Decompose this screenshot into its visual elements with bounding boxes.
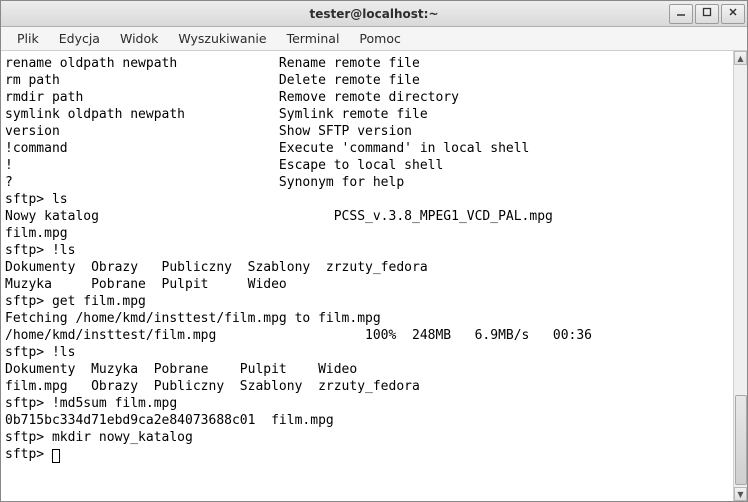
chevron-up-icon: ▲: [737, 54, 743, 63]
window-controls: [667, 4, 747, 24]
close-button[interactable]: [721, 4, 745, 24]
menu-edycja[interactable]: Edycja: [49, 28, 110, 49]
maximize-icon: [702, 7, 712, 20]
minimize-button[interactable]: [669, 4, 693, 24]
menu-pomoc[interactable]: Pomoc: [349, 28, 410, 49]
minimize-icon: [676, 7, 686, 20]
terminal-area: rename oldpath newpath Rename remote fil…: [1, 51, 747, 501]
menu-terminal[interactable]: Terminal: [277, 28, 350, 49]
menubar: Plik Edycja Widok Wyszukiwanie Terminal …: [1, 27, 747, 51]
vertical-scrollbar[interactable]: ▲ ▼: [733, 51, 747, 501]
scroll-up-button[interactable]: ▲: [734, 51, 747, 65]
scroll-down-button[interactable]: ▼: [734, 487, 747, 501]
menu-wyszukiwanie[interactable]: Wyszukiwanie: [168, 28, 276, 49]
menu-widok[interactable]: Widok: [110, 28, 168, 49]
menu-plik[interactable]: Plik: [7, 28, 49, 49]
terminal-output[interactable]: rename oldpath newpath Rename remote fil…: [1, 51, 733, 501]
text-cursor: [52, 449, 60, 463]
terminal-window: tester@localhost:~ Plik Edycja Widok: [0, 0, 748, 502]
chevron-down-icon: ▼: [737, 490, 743, 499]
close-icon: [728, 7, 738, 20]
maximize-button[interactable]: [695, 4, 719, 24]
scroll-thumb[interactable]: [735, 395, 747, 485]
titlebar: tester@localhost:~: [1, 1, 747, 27]
window-title: tester@localhost:~: [1, 7, 747, 21]
